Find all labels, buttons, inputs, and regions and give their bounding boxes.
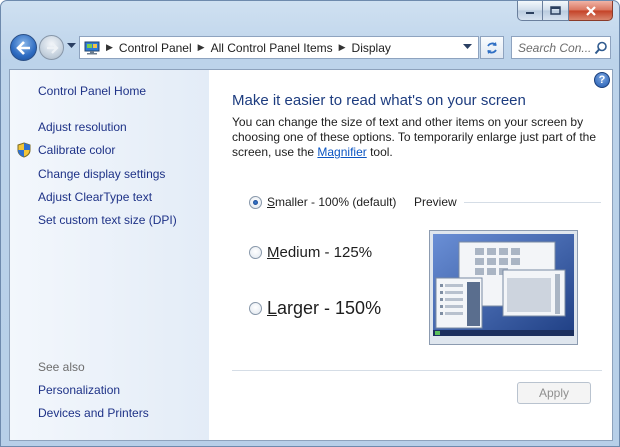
option-medium-label: edium - 125% bbox=[279, 244, 373, 261]
radio-smaller[interactable] bbox=[249, 195, 262, 209]
breadcrumb-control-panel[interactable]: Control Panel bbox=[119, 41, 192, 55]
option-smaller[interactable]: Smaller - 100% (default) bbox=[249, 195, 396, 209]
address-bar[interactable]: ▶ Control Panel ▶ All Control Panel Item… bbox=[79, 36, 479, 59]
address-dropdown-icon[interactable] bbox=[463, 44, 472, 50]
description-text-end: tool. bbox=[366, 145, 393, 159]
option-larger-accesskey: L bbox=[267, 298, 278, 318]
control-panel-icon bbox=[84, 41, 100, 54]
close-button[interactable] bbox=[569, 1, 613, 21]
description-text: You can change the size of text and othe… bbox=[232, 115, 597, 159]
search-box bbox=[511, 36, 611, 59]
recent-pages-dropdown-icon[interactable] bbox=[67, 43, 76, 49]
back-arrow-icon bbox=[15, 40, 30, 55]
search-input[interactable] bbox=[518, 40, 594, 55]
page-title: Make it easier to read what's on your sc… bbox=[232, 92, 526, 109]
change-display-settings-link[interactable]: Change display settings bbox=[38, 167, 165, 181]
calibrate-color-link[interactable]: Calibrate color bbox=[38, 143, 115, 157]
content-area: Control Panel Home Adjust resolution Cal… bbox=[9, 69, 613, 441]
caption-buttons bbox=[517, 1, 613, 21]
forward-button[interactable] bbox=[39, 35, 64, 60]
navigation-bar: ▶ Control Panel ▶ All Control Panel Item… bbox=[1, 31, 619, 63]
breadcrumb-separator[interactable]: ▶ bbox=[106, 42, 113, 53]
forward-arrow-icon bbox=[46, 41, 59, 54]
search-icon[interactable] bbox=[594, 41, 608, 55]
minimize-button[interactable] bbox=[517, 1, 543, 21]
maximize-button[interactable] bbox=[543, 1, 569, 21]
breadcrumb-display[interactable]: Display bbox=[352, 41, 391, 55]
radio-larger[interactable] bbox=[249, 302, 262, 315]
option-larger[interactable]: Larger - 150% bbox=[249, 298, 381, 319]
breadcrumb-all-items[interactable]: All Control Panel Items bbox=[211, 41, 333, 55]
main-panel: ? Make it easier to read what's on your … bbox=[209, 70, 612, 440]
display-preview-image bbox=[429, 230, 578, 345]
refresh-icon bbox=[487, 41, 497, 54]
preview-divider bbox=[464, 202, 601, 203]
option-larger-label: arger - 150% bbox=[277, 298, 382, 318]
option-smaller-accesskey: S bbox=[267, 195, 276, 209]
option-smaller-label: maller - 100% (default) bbox=[275, 195, 397, 209]
option-medium[interactable]: Medium - 125% bbox=[249, 244, 372, 261]
see-also-heading: See also bbox=[38, 360, 85, 374]
help-button[interactable]: ? bbox=[594, 72, 610, 88]
help-icon: ? bbox=[598, 74, 606, 86]
uac-shield-icon bbox=[17, 142, 31, 158]
minimize-icon bbox=[526, 11, 534, 14]
preview-label: Preview bbox=[414, 195, 457, 209]
magnifier-link[interactable]: Magnifier bbox=[317, 145, 366, 159]
close-icon bbox=[585, 5, 596, 16]
option-medium-accesskey: M bbox=[267, 244, 280, 261]
bottom-divider bbox=[232, 370, 602, 371]
devices-and-printers-link[interactable]: Devices and Printers bbox=[38, 406, 149, 420]
apply-button[interactable]: Apply bbox=[517, 382, 591, 404]
radio-medium[interactable] bbox=[249, 246, 262, 259]
set-custom-text-size-link[interactable]: Set custom text size (DPI) bbox=[38, 213, 177, 227]
page-description: You can change the size of text and othe… bbox=[232, 115, 604, 160]
breadcrumb-separator[interactable]: ▶ bbox=[339, 42, 346, 53]
personalization-link[interactable]: Personalization bbox=[38, 383, 120, 397]
display-window: ▶ Control Panel ▶ All Control Panel Item… bbox=[0, 0, 620, 447]
breadcrumb-separator[interactable]: ▶ bbox=[198, 42, 205, 53]
back-button[interactable] bbox=[10, 34, 37, 61]
maximize-icon bbox=[550, 6, 561, 15]
adjust-resolution-link[interactable]: Adjust resolution bbox=[38, 120, 127, 134]
task-pane: Control Panel Home Adjust resolution Cal… bbox=[10, 70, 209, 440]
refresh-button[interactable] bbox=[480, 36, 504, 59]
adjust-cleartype-link[interactable]: Adjust ClearType text bbox=[38, 190, 152, 204]
control-panel-home-link[interactable]: Control Panel Home bbox=[38, 84, 146, 98]
